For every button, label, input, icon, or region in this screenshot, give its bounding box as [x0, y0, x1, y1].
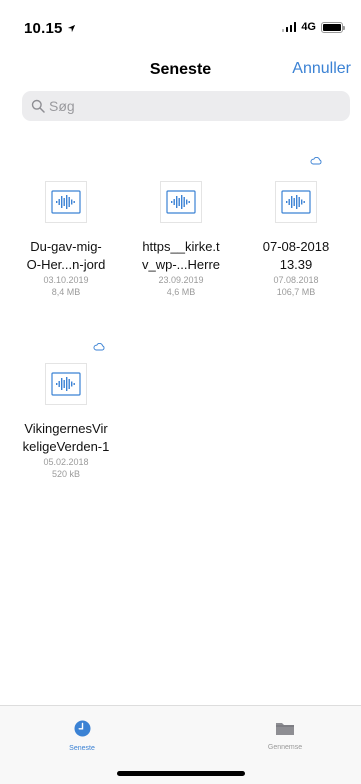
status-time: 10.15	[24, 20, 76, 37]
tab-browse-label: Gennemse	[267, 744, 303, 751]
status-time-text: 10.15	[24, 20, 63, 37]
file-name-line: keligeVerden-1	[22, 439, 110, 454]
file-name: VikingernesVir keligeVerden-1	[10, 420, 122, 456]
cloud-download-icon	[310, 157, 322, 165]
file-name-line: VikingernesVir	[24, 421, 108, 436]
file-size: 4,6 MB	[166, 287, 196, 297]
search-input[interactable]	[49, 98, 329, 114]
network-label: 4G	[301, 21, 316, 33]
signal-icon	[281, 22, 297, 32]
file-item[interactable]: 07-08-2018 13.39 07.08.2018 106,7 MB	[240, 157, 352, 298]
file-name-line: 13.39	[279, 257, 313, 272]
file-item[interactable]: https__kirke.t v_wp-...Herre 23.09.2019 …	[125, 181, 237, 298]
status-bar: 10.15 4G	[0, 0, 361, 48]
audio-file-icon	[160, 181, 202, 223]
file-date: 05.02.2018	[43, 457, 89, 467]
location-arrow-icon	[67, 24, 76, 33]
cloud-download-icon	[93, 343, 105, 351]
file-item[interactable]: VikingernesVir keligeVerden-1 05.02.2018…	[10, 343, 122, 480]
tab-recent[interactable]: Seneste	[37, 720, 127, 752]
home-indicator[interactable]	[117, 771, 245, 776]
file-name-line: v_wp-...Herre	[141, 257, 221, 272]
audio-file-icon	[45, 363, 87, 405]
file-date: 23.09.2019	[158, 275, 204, 285]
tab-recent-label: Seneste	[69, 745, 95, 752]
file-name: 07-08-2018 13.39	[240, 238, 352, 274]
file-item[interactable]: Du-gav-mig- O-Her...n-jord 03.10.2019 8,…	[10, 181, 122, 298]
clock-icon	[74, 720, 90, 737]
file-name-line: 07-08-2018	[262, 239, 330, 254]
nav-bar: Seneste Annuller	[0, 48, 361, 92]
file-name-line: Du-gav-mig-	[30, 239, 102, 254]
file-name-line: https__kirke.t	[142, 239, 220, 254]
file-size: 106,7 MB	[276, 287, 316, 297]
file-date: 03.10.2019	[43, 275, 89, 285]
audio-file-icon	[275, 181, 317, 223]
file-size: 8,4 MB	[51, 287, 81, 297]
status-indicators: 4G	[281, 21, 345, 33]
file-name-line: O-Her...n-jord	[26, 257, 106, 272]
battery-icon	[321, 21, 345, 33]
tab-browse[interactable]: Gennemse	[240, 720, 330, 751]
file-date: 07.08.2018	[273, 275, 319, 285]
search-bar[interactable]	[22, 91, 350, 121]
file-name: Du-gav-mig- O-Her...n-jord	[10, 238, 122, 274]
search-icon	[31, 99, 45, 113]
file-name: https__kirke.t v_wp-...Herre	[125, 238, 237, 274]
cancel-button[interactable]: Annuller	[292, 60, 351, 78]
audio-file-icon	[45, 181, 87, 223]
folder-icon	[276, 723, 294, 735]
file-size: 520 kB	[51, 469, 81, 479]
